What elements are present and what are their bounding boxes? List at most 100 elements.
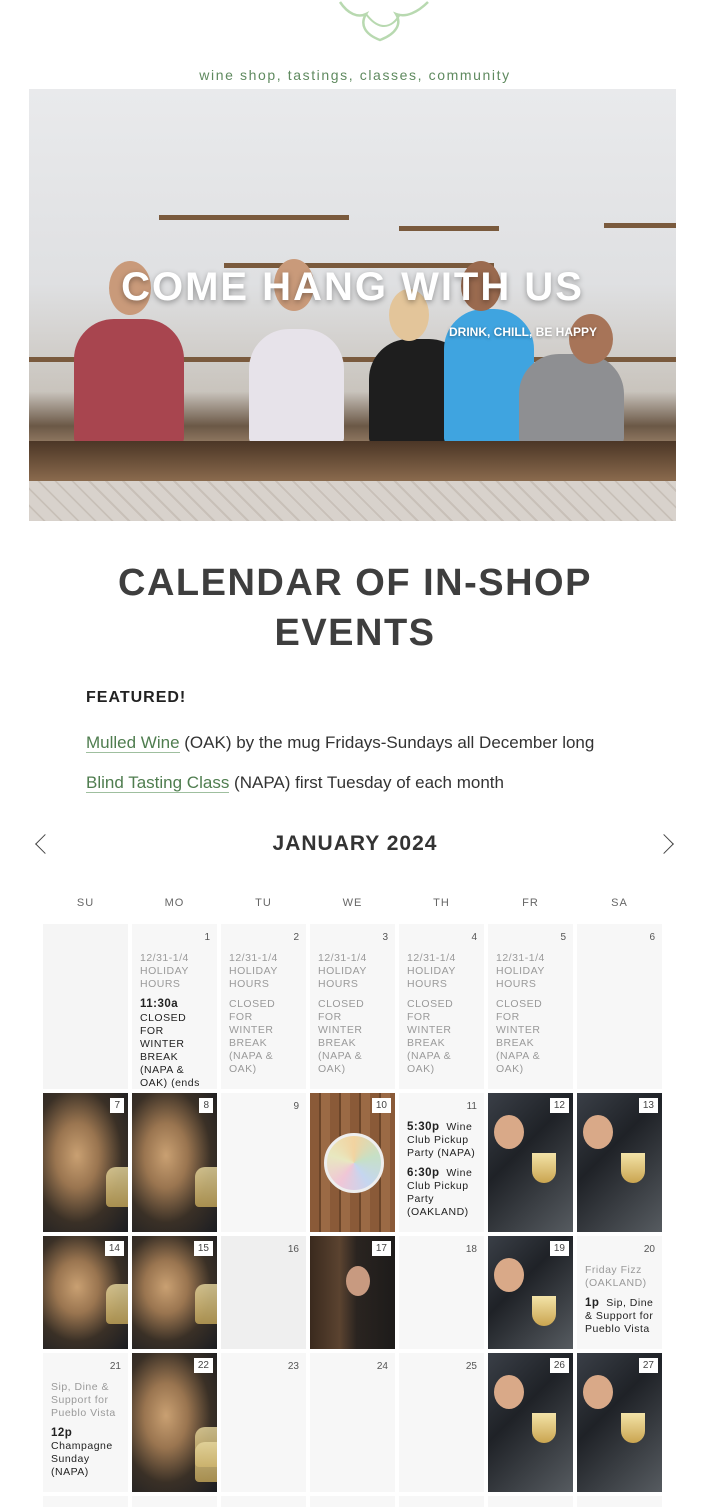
- event-holiday-hours[interactable]: 12/31-1/4 HOLIDAY HOURS: [140, 952, 211, 991]
- weekday-mo: MO: [164, 897, 185, 909]
- calendar-day-peek: [43, 1496, 128, 1507]
- calendar-day-peek: [310, 1496, 395, 1507]
- calendar-day-17[interactable]: 17: [310, 1236, 395, 1349]
- day-number: 27: [638, 1358, 658, 1373]
- event-time-label: 12p: [51, 1427, 73, 1439]
- calendar-day-peek: [399, 1496, 484, 1507]
- day-number: 24: [376, 1361, 388, 1372]
- calendar-day-25[interactable]: 25: [399, 1353, 484, 1492]
- calendar-nav: JANUARY 2024: [0, 832, 710, 858]
- day-number: 6: [649, 932, 655, 943]
- day-number: 22: [193, 1358, 213, 1373]
- day-number: 18: [465, 1244, 477, 1255]
- calendar-day-8[interactable]: 8: [132, 1093, 217, 1232]
- event-closed[interactable]: CLOSED FOR WINTER BREAK (NAPA & OAK) (en…: [140, 1012, 211, 1089]
- day-number: 17: [371, 1241, 391, 1256]
- day-number: 9: [293, 1101, 299, 1112]
- weekday-sa: SA: [611, 897, 628, 909]
- event-time-label: 6:30p: [407, 1167, 440, 1179]
- calendar-day-7[interactable]: 7: [43, 1093, 128, 1232]
- event-friday-fizz[interactable]: Friday Fizz (OAKLAND): [585, 1264, 656, 1290]
- calendar-day-9[interactable]: 9: [221, 1093, 306, 1232]
- event-wine-club-napa[interactable]: 5:30p Wine Club Pickup Party (NAPA): [407, 1121, 478, 1160]
- calendar-day-20[interactable]: 20 Friday Fizz (OAKLAND) 1p Sip, Dine & …: [577, 1236, 662, 1349]
- shelf: [604, 223, 676, 228]
- weekday-we: WE: [342, 897, 363, 909]
- event-holiday-hours[interactable]: 12/31-1/4 HOLIDAY HOURS: [318, 952, 389, 991]
- calendar-day-3[interactable]: 3 12/31-1/4 HOLIDAY HOURS CLOSED FOR WIN…: [310, 924, 395, 1089]
- event-closed[interactable]: CLOSED FOR WINTER BREAK (NAPA & OAK): [407, 998, 478, 1076]
- calendar-day-18[interactable]: 18: [399, 1236, 484, 1349]
- shelf: [159, 215, 349, 220]
- calendar-day-13[interactable]: 13: [577, 1093, 662, 1232]
- event-sip-dine[interactable]: Sip, Dine & Support for Pueblo Vista: [51, 1381, 122, 1420]
- page-title: CALENDAR OF IN-SHOP EVENTS: [118, 562, 592, 654]
- day-number: 25: [465, 1361, 477, 1372]
- hero-subtitle: DRINK, CHILL, BE HAPPY: [449, 325, 598, 339]
- event-time: 12p: [51, 1427, 122, 1440]
- event-wine-club-oakland[interactable]: 6:30p Wine Club Pickup Party (OAKLAND): [407, 1167, 478, 1219]
- event-holiday-hours[interactable]: 12/31-1/4 HOLIDAY HOURS: [407, 952, 478, 991]
- day-number: 1: [204, 932, 210, 943]
- event-closed[interactable]: CLOSED FOR WINTER BREAK (NAPA & OAK): [229, 998, 300, 1076]
- person: [519, 354, 624, 444]
- site-tagline: wine shop, tastings, classes, community: [199, 67, 511, 83]
- day-number: 2: [293, 932, 299, 943]
- calendar-day-24[interactable]: 24: [310, 1353, 395, 1492]
- hero-image: COME HANG WITH US DRINK, CHILL, BE HAPPY: [29, 89, 676, 521]
- event-sip-dine[interactable]: 1p Sip, Dine & Support for Pueblo Vista: [585, 1297, 656, 1336]
- calendar-day-23[interactable]: 23: [221, 1353, 306, 1492]
- event-closed[interactable]: CLOSED FOR WINTER BREAK (NAPA & OAK): [496, 998, 567, 1076]
- person: [74, 319, 184, 444]
- calendar-day-6[interactable]: 6: [577, 924, 662, 1089]
- featured-heading: FEATURED!: [86, 689, 187, 706]
- calendar-day-5[interactable]: 5 12/31-1/4 HOLIDAY HOURS CLOSED FOR WIN…: [488, 924, 573, 1089]
- mulled-wine-link[interactable]: Mulled Wine: [86, 733, 180, 753]
- calendar-day-19[interactable]: 19: [488, 1236, 573, 1349]
- day-number: 13: [638, 1098, 658, 1113]
- weekday-fr: FR: [522, 897, 539, 909]
- event-holiday-hours[interactable]: 12/31-1/4 HOLIDAY HOURS: [229, 952, 300, 991]
- featured-item-text: (OAK) by the mug Fridays-Sundays all Dec…: [179, 733, 595, 752]
- featured-item: Mulled Wine (OAK) by the mug Fridays-Sun…: [86, 733, 594, 753]
- calendar-day-26[interactable]: 26: [488, 1353, 573, 1492]
- day-number: 4: [471, 932, 477, 943]
- day-number: 5: [560, 932, 566, 943]
- calendar-day-11[interactable]: 11 5:30p Wine Club Pickup Party (NAPA) 6…: [399, 1093, 484, 1232]
- bar-tile: [29, 481, 676, 521]
- featured-item: Blind Tasting Class (NAPA) first Tuesday…: [86, 773, 504, 793]
- day-number: 11: [466, 1101, 477, 1112]
- calendar-day-10[interactable]: 10: [310, 1093, 395, 1232]
- day-number: 8: [199, 1098, 213, 1113]
- calendar-day-1[interactable]: 1 12/31-1/4 HOLIDAY HOURS 11:30a CLOSED …: [132, 924, 217, 1089]
- hero-title: COME HANG WITH US: [121, 265, 584, 309]
- blind-tasting-link[interactable]: Blind Tasting Class: [86, 773, 230, 793]
- day-number: 16: [287, 1244, 299, 1255]
- day-number: 23: [287, 1361, 299, 1372]
- calendar-day-peek: [132, 1442, 217, 1507]
- person: [249, 329, 344, 444]
- day-number: 20: [643, 1244, 655, 1255]
- calendar-day-16[interactable]: 16: [221, 1236, 306, 1349]
- calendar-day-27[interactable]: 27: [577, 1353, 662, 1492]
- calendar-day-4[interactable]: 4 12/31-1/4 HOLIDAY HOURS CLOSED FOR WIN…: [399, 924, 484, 1089]
- weekday-th: TH: [433, 897, 450, 909]
- day-number: 10: [371, 1098, 391, 1113]
- calendar-day-12[interactable]: 12: [488, 1093, 573, 1232]
- calendar-day-14[interactable]: 14: [43, 1236, 128, 1349]
- calendar-day-peek: [577, 1496, 662, 1507]
- day-number: 21: [109, 1361, 121, 1372]
- day-number: 15: [193, 1241, 213, 1256]
- event-holiday-hours[interactable]: 12/31-1/4 HOLIDAY HOURS: [496, 952, 567, 991]
- calendar-day-2[interactable]: 2 12/31-1/4 HOLIDAY HOURS CLOSED FOR WIN…: [221, 924, 306, 1089]
- calendar-day-21[interactable]: 21 Sip, Dine & Support for Pueblo Vista …: [43, 1353, 128, 1492]
- day-number: 12: [549, 1098, 569, 1113]
- featured-item-text: (NAPA) first Tuesday of each month: [229, 773, 504, 792]
- shelf: [399, 226, 499, 231]
- calendar-day-15[interactable]: 15: [132, 1236, 217, 1349]
- calendar-day-peek: [221, 1496, 306, 1507]
- weekday-su: SU: [76, 897, 95, 909]
- event-time-label: 1p: [585, 1297, 600, 1309]
- event-closed[interactable]: CLOSED FOR WINTER BREAK (NAPA & OAK): [318, 998, 389, 1076]
- event-champagne-sunday[interactable]: Champagne Sunday (NAPA): [51, 1440, 122, 1479]
